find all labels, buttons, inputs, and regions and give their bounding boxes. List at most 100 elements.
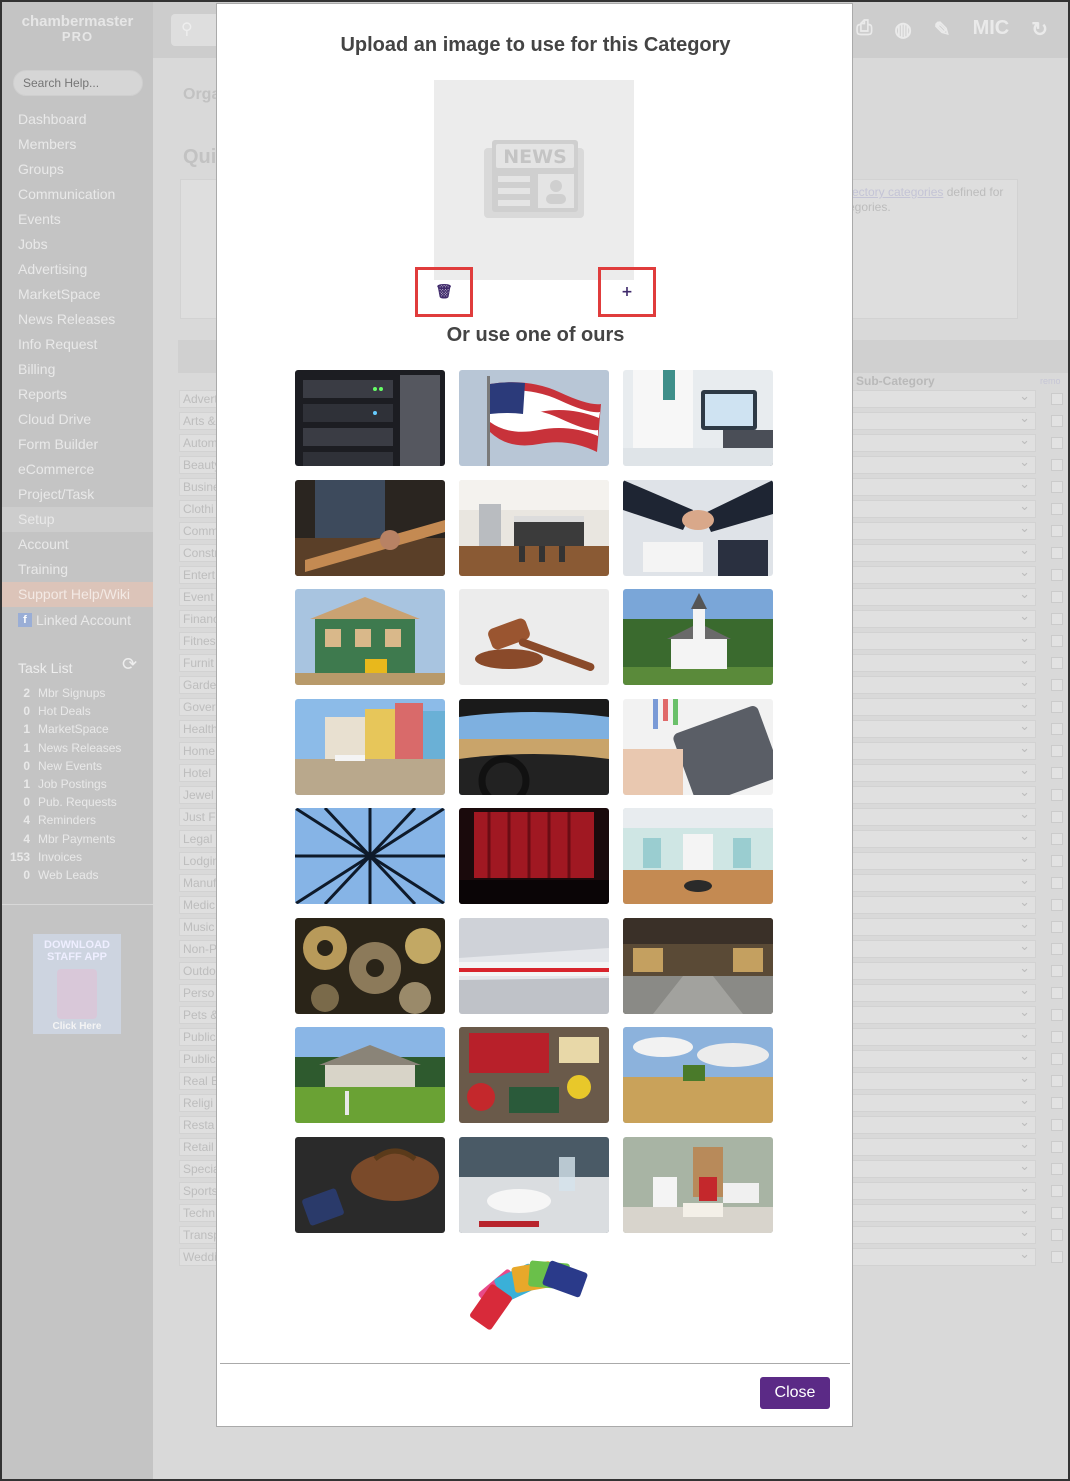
sidebar-item-news-releases[interactable]: News Releases: [2, 307, 153, 332]
sub-category-select[interactable]: [851, 850, 1036, 870]
sub-category-select[interactable]: [851, 1004, 1036, 1024]
remove-checkbox[interactable]: [1051, 437, 1063, 449]
delete-image-button[interactable]: 🗑: [418, 270, 470, 314]
sub-category-select[interactable]: [851, 608, 1036, 628]
sub-category-select[interactable]: [851, 1180, 1036, 1200]
stock-image-gift-cards[interactable]: [463, 1248, 608, 1338]
category-field[interactable]: Medic: [179, 896, 219, 914]
sub-category-select[interactable]: [851, 872, 1036, 892]
remove-checkbox[interactable]: [1051, 657, 1063, 669]
remove-checkbox[interactable]: [1051, 1031, 1063, 1043]
category-field[interactable]: Advert: [179, 390, 219, 408]
sidebar-item-form-builder[interactable]: Form Builder: [2, 432, 153, 457]
stock-image-gavel[interactable]: [459, 589, 609, 685]
category-field[interactable]: Hotel: [179, 764, 219, 782]
stock-image-salon[interactable]: [623, 808, 773, 904]
remove-checkbox[interactable]: [1051, 877, 1063, 889]
logo[interactable]: chambermaster PRO: [2, 14, 153, 44]
category-field[interactable]: Comm: [179, 522, 219, 540]
sidebar-item-cloud-drive[interactable]: Cloud Drive: [2, 407, 153, 432]
stock-image-warehouse[interactable]: [623, 918, 773, 1014]
sub-category-select[interactable]: [851, 586, 1036, 606]
sub-category-select[interactable]: [851, 410, 1036, 430]
sub-category-select[interactable]: [851, 564, 1036, 584]
task-item[interactable]: 1 MarketSpace: [2, 720, 153, 738]
category-field[interactable]: Non-P: [179, 940, 219, 958]
category-field[interactable]: Retail: [179, 1138, 219, 1156]
sub-category-select[interactable]: [851, 1224, 1036, 1244]
add-image-button[interactable]: +: [601, 270, 653, 314]
task-item[interactable]: 0 New Events: [2, 757, 153, 775]
task-item[interactable]: 4 Mbr Payments: [2, 830, 153, 848]
remove-checkbox[interactable]: [1051, 503, 1063, 515]
sidebar-item-training[interactable]: Training: [2, 557, 153, 582]
remove-checkbox[interactable]: [1051, 415, 1063, 427]
category-field[interactable]: Specia: [179, 1160, 219, 1178]
category-field[interactable]: Resta: [179, 1116, 219, 1134]
sub-category-select[interactable]: [851, 784, 1036, 804]
category-field[interactable]: Arts &: [179, 412, 219, 430]
stock-image-gears[interactable]: [295, 918, 445, 1014]
sidebar-item-jobs[interactable]: Jobs: [2, 232, 153, 257]
category-field[interactable]: Outdo: [179, 962, 219, 980]
remove-checkbox[interactable]: [1051, 1119, 1063, 1131]
remove-checkbox[interactable]: [1051, 921, 1063, 933]
sidebar-item-setup[interactable]: Setup: [2, 507, 153, 532]
category-field[interactable]: Beauty: [179, 456, 219, 474]
remove-checkbox[interactable]: [1051, 459, 1063, 471]
sub-category-select[interactable]: [851, 674, 1036, 694]
remove-checkbox[interactable]: [1051, 1163, 1063, 1175]
close-button[interactable]: Close: [760, 1377, 830, 1409]
remove-checkbox[interactable]: [1051, 635, 1063, 647]
task-item[interactable]: 1 News Releases: [2, 739, 153, 757]
stock-image-driving[interactable]: [459, 699, 609, 795]
category-field[interactable]: Pets &: [179, 1006, 219, 1024]
stock-image-wheat-field[interactable]: [623, 1027, 773, 1123]
remove-checkbox[interactable]: [1051, 767, 1063, 779]
sub-category-select[interactable]: [851, 960, 1036, 980]
task-item[interactable]: 0 Web Leads: [2, 866, 153, 884]
remove-checkbox[interactable]: [1051, 481, 1063, 493]
refresh-icon[interactable]: ⟳: [122, 654, 137, 675]
category-field[interactable]: Constr: [179, 544, 219, 562]
category-field[interactable]: Manuf: [179, 874, 219, 892]
stock-image-handshake[interactable]: [623, 480, 773, 576]
stock-image-kitchen[interactable]: [459, 480, 609, 576]
sub-category-select[interactable]: [851, 982, 1036, 1002]
sub-category-select[interactable]: [851, 542, 1036, 562]
sub-category-select[interactable]: [851, 1092, 1036, 1112]
remove-checkbox[interactable]: [1051, 811, 1063, 823]
linked-account-link[interactable]: f Linked Account: [18, 612, 131, 628]
category-field[interactable]: Event: [179, 588, 219, 606]
category-field[interactable]: Health: [179, 720, 219, 738]
stock-image-house-construction[interactable]: [295, 589, 445, 685]
task-item[interactable]: 0 Pub. Requests: [2, 793, 153, 811]
remove-checkbox[interactable]: [1051, 987, 1063, 999]
category-field[interactable]: Transp: [179, 1226, 219, 1244]
category-field[interactable]: Home: [179, 742, 219, 760]
sidebar-item-groups[interactable]: Groups: [2, 157, 153, 182]
sidebar-item-project-task[interactable]: Project/Task: [2, 482, 153, 507]
category-field[interactable]: Public: [179, 1050, 219, 1068]
download-staff-app-banner[interactable]: DOWNLOAD STAFF APP Click Here: [33, 934, 121, 1034]
remove-checkbox[interactable]: [1051, 1053, 1063, 1065]
remove-checkbox[interactable]: [1051, 393, 1063, 405]
remove-checkbox[interactable]: [1051, 525, 1063, 537]
category-field[interactable]: Entert: [179, 566, 219, 584]
stock-image-power-tower[interactable]: [295, 808, 445, 904]
stock-image-woodworking[interactable]: [295, 480, 445, 576]
sub-category-select[interactable]: [851, 1136, 1036, 1156]
category-field[interactable]: Real E: [179, 1072, 219, 1090]
remove-checkbox[interactable]: [1051, 1185, 1063, 1197]
task-item[interactable]: 2 Mbr Signups: [2, 684, 153, 702]
sub-category-select[interactable]: [851, 432, 1036, 452]
sub-category-select[interactable]: [851, 1048, 1036, 1068]
sidebar-item-marketspace[interactable]: MarketSpace: [2, 282, 153, 307]
category-field[interactable]: Perso: [179, 984, 219, 1002]
stock-image-church[interactable]: [623, 589, 773, 685]
category-field[interactable]: Public: [179, 1028, 219, 1046]
sub-category-select[interactable]: [851, 1114, 1036, 1134]
sidebar-item-dashboard[interactable]: Dashboard: [2, 107, 153, 132]
sidebar-item-support-help-wiki[interactable]: Support Help/Wiki: [2, 582, 153, 607]
sidebar-item-account[interactable]: Account: [2, 532, 153, 557]
